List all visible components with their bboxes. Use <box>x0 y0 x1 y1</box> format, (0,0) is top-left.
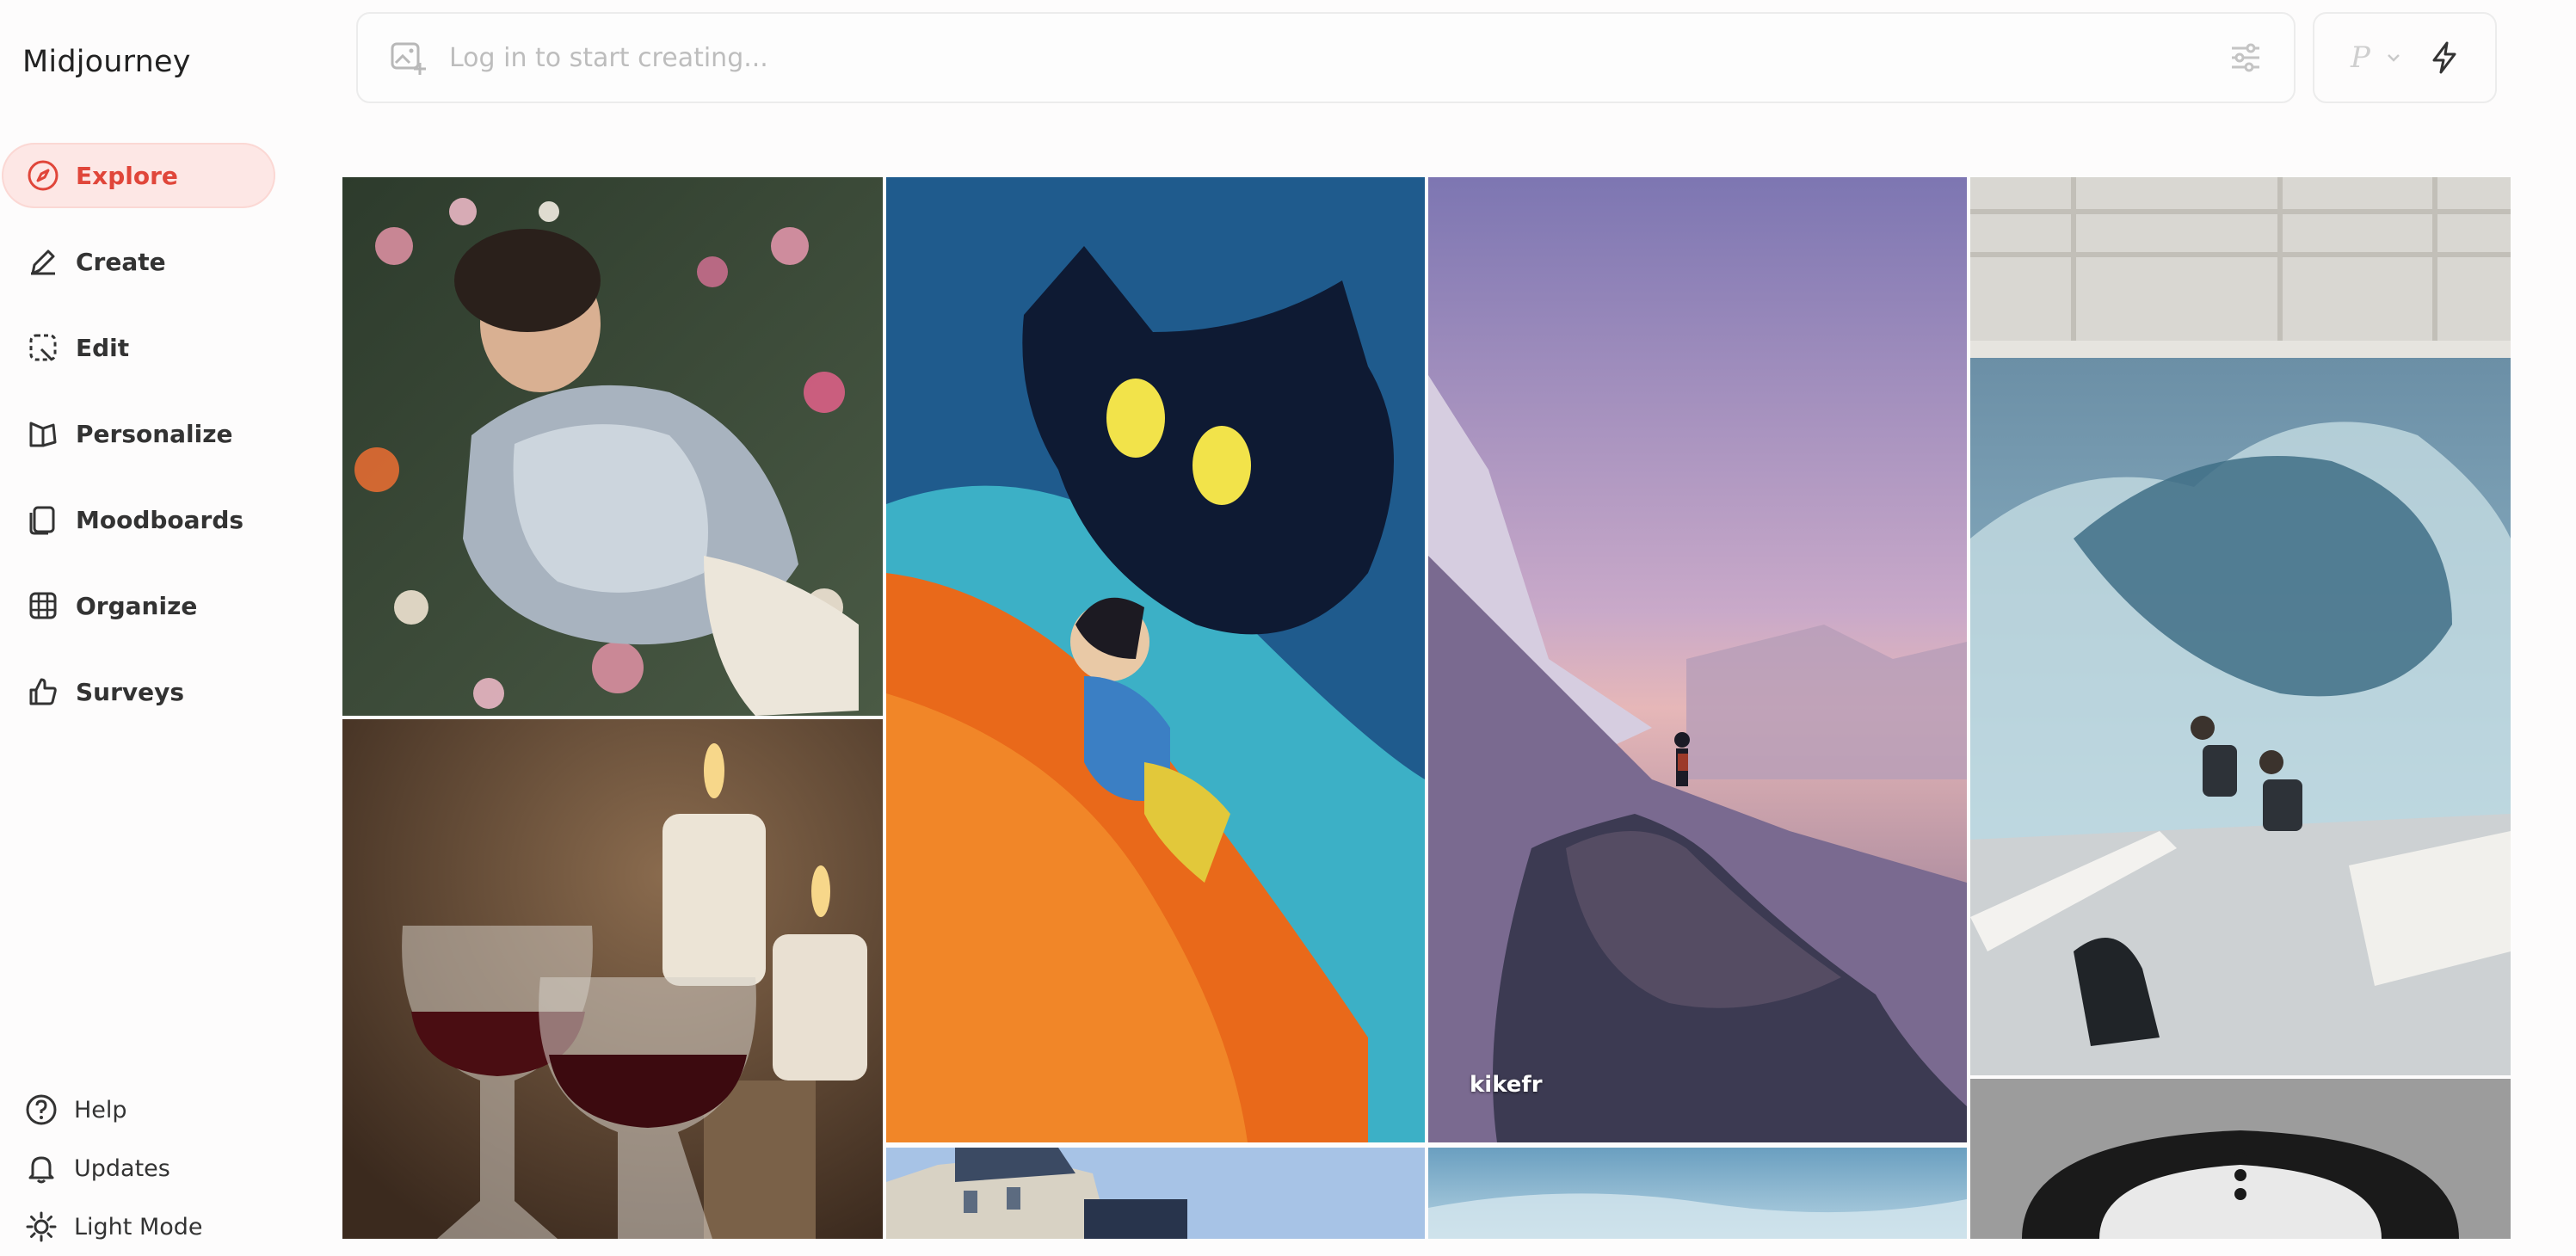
gallery-image-wave-office[interactable] <box>1970 177 2511 1075</box>
help-icon <box>22 1091 60 1129</box>
model-selector-box: P <box>2313 12 2497 103</box>
settings-sliders-icon[interactable] <box>2227 39 2265 77</box>
model-letter[interactable]: P <box>2351 40 2370 75</box>
thumbs-up-icon <box>24 673 62 711</box>
nav-label-light-mode: Light Mode <box>74 1213 203 1241</box>
compass-icon <box>24 157 62 194</box>
nav-item-help[interactable]: Help <box>0 1081 293 1139</box>
nav-label-updates: Updates <box>74 1154 170 1182</box>
gallery-image-figure[interactable] <box>1970 1079 2511 1239</box>
grid-icon <box>24 587 62 625</box>
nav-item-create[interactable]: Create <box>2 229 275 294</box>
chevron-down-icon[interactable] <box>2384 48 2403 67</box>
app-logo[interactable]: Midjourney <box>22 45 191 79</box>
main-nav: Explore Create Edit Personalize Moodboar… <box>0 143 293 745</box>
gallery-image-wine[interactable] <box>342 719 883 1239</box>
nav-item-personalize[interactable]: Personalize <box>2 401 275 466</box>
moodboard-icon <box>24 501 62 539</box>
add-image-icon[interactable] <box>387 37 428 78</box>
nav-item-moodboards[interactable]: Moodboards <box>2 487 275 552</box>
gallery-image-knight[interactable] <box>342 177 883 716</box>
gallery-image-child-creature[interactable] <box>886 177 1425 1142</box>
nav-item-light-mode[interactable]: Light Mode <box>0 1198 293 1256</box>
nav-label-personalize: Personalize <box>76 419 233 448</box>
personalize-icon <box>24 415 62 453</box>
nav-label-edit: Edit <box>76 333 130 362</box>
nav-item-updates[interactable]: Updates <box>0 1139 293 1198</box>
sidebar: Midjourney Explore Create Edit Personali… <box>0 0 310 1242</box>
nav-item-organize[interactable]: Organize <box>2 573 275 638</box>
lightning-icon[interactable] <box>2427 40 2462 75</box>
nav-label-surveys: Surveys <box>76 677 185 706</box>
gallery-image-building[interactable] <box>886 1148 1425 1239</box>
edit-icon <box>24 329 62 366</box>
sun-icon <box>22 1208 60 1246</box>
nav-item-edit[interactable]: Edit <box>2 315 275 380</box>
nav-label-help: Help <box>74 1096 127 1124</box>
bottom-nav: Help Updates Light Mode <box>0 1081 293 1256</box>
nav-label-moodboards: Moodboards <box>76 505 244 534</box>
prompt-bar[interactable]: Log in to start creating... <box>356 12 2296 103</box>
nav-label-organize: Organize <box>76 591 198 620</box>
prompt-input[interactable]: Log in to start creating... <box>449 43 2227 73</box>
nav-item-surveys[interactable]: Surveys <box>2 659 275 724</box>
nav-label-explore: Explore <box>76 161 178 190</box>
nav-item-explore[interactable]: Explore <box>2 143 275 208</box>
image-author-caption[interactable]: kikefr <box>1470 1072 1543 1098</box>
bell-icon <box>22 1149 60 1187</box>
brush-icon <box>24 243 62 280</box>
gallery-image-mountain[interactable]: kikefr <box>1428 177 1967 1142</box>
nav-label-create: Create <box>76 247 166 276</box>
gallery-image-sky[interactable] <box>1428 1148 1967 1239</box>
